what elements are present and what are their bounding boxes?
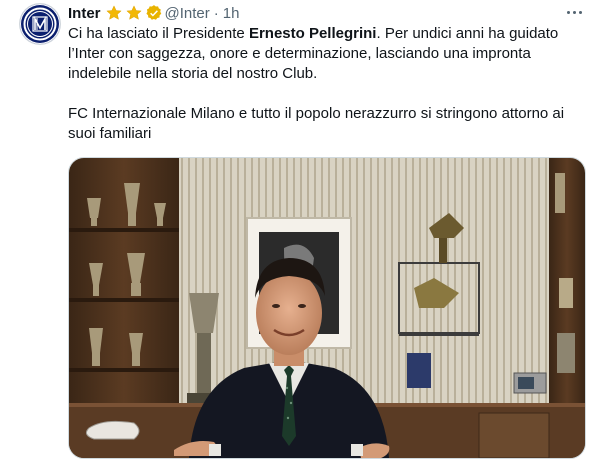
verified-badge-icon	[145, 5, 161, 20]
tweet-text: Ci ha lasciato il Presidente Ernesto Pel…	[68, 24, 588, 144]
tweet-header: Inter @Inter · 1h	[68, 4, 239, 22]
text-bold-name: Ernesto Pellegrini	[248, 25, 377, 42]
handle[interactable]: @Inter	[165, 5, 210, 22]
display-name[interactable]: Inter	[68, 5, 101, 22]
tweet-paragraph-1: Ci ha lasciato il Presidente Ernesto Pel…	[68, 24, 588, 84]
timestamp[interactable]: 1h	[223, 5, 240, 22]
star-icon	[125, 5, 142, 20]
more-options-icon[interactable]	[564, 2, 584, 22]
tweet-photo[interactable]	[68, 157, 586, 459]
text-segment: Ci ha lasciato il Presidente	[68, 25, 249, 42]
tweet[interactable]: Inter @Inter · 1h Ci ha lasciato il Pres…	[0, 0, 600, 459]
inter-logo-icon	[21, 5, 59, 43]
tweet-paragraph-2: FC Internazionale Milano e tutto il popo…	[68, 105, 565, 142]
star-icon	[105, 5, 122, 20]
photo-image	[69, 158, 585, 458]
avatar[interactable]	[20, 4, 60, 44]
separator: ·	[213, 4, 219, 22]
